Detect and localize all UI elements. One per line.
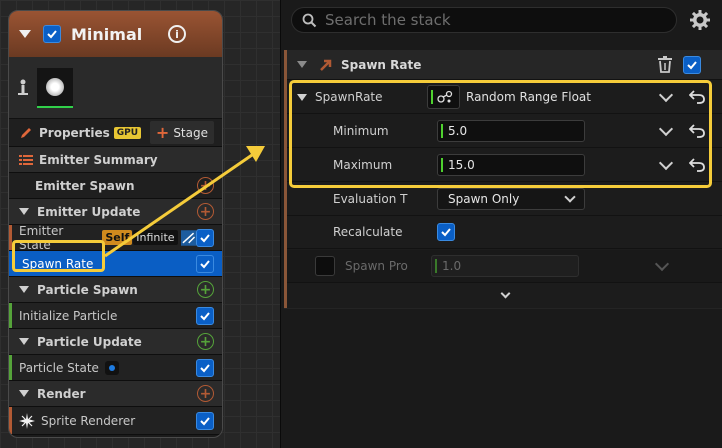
annotation-arrow — [104, 146, 265, 258]
